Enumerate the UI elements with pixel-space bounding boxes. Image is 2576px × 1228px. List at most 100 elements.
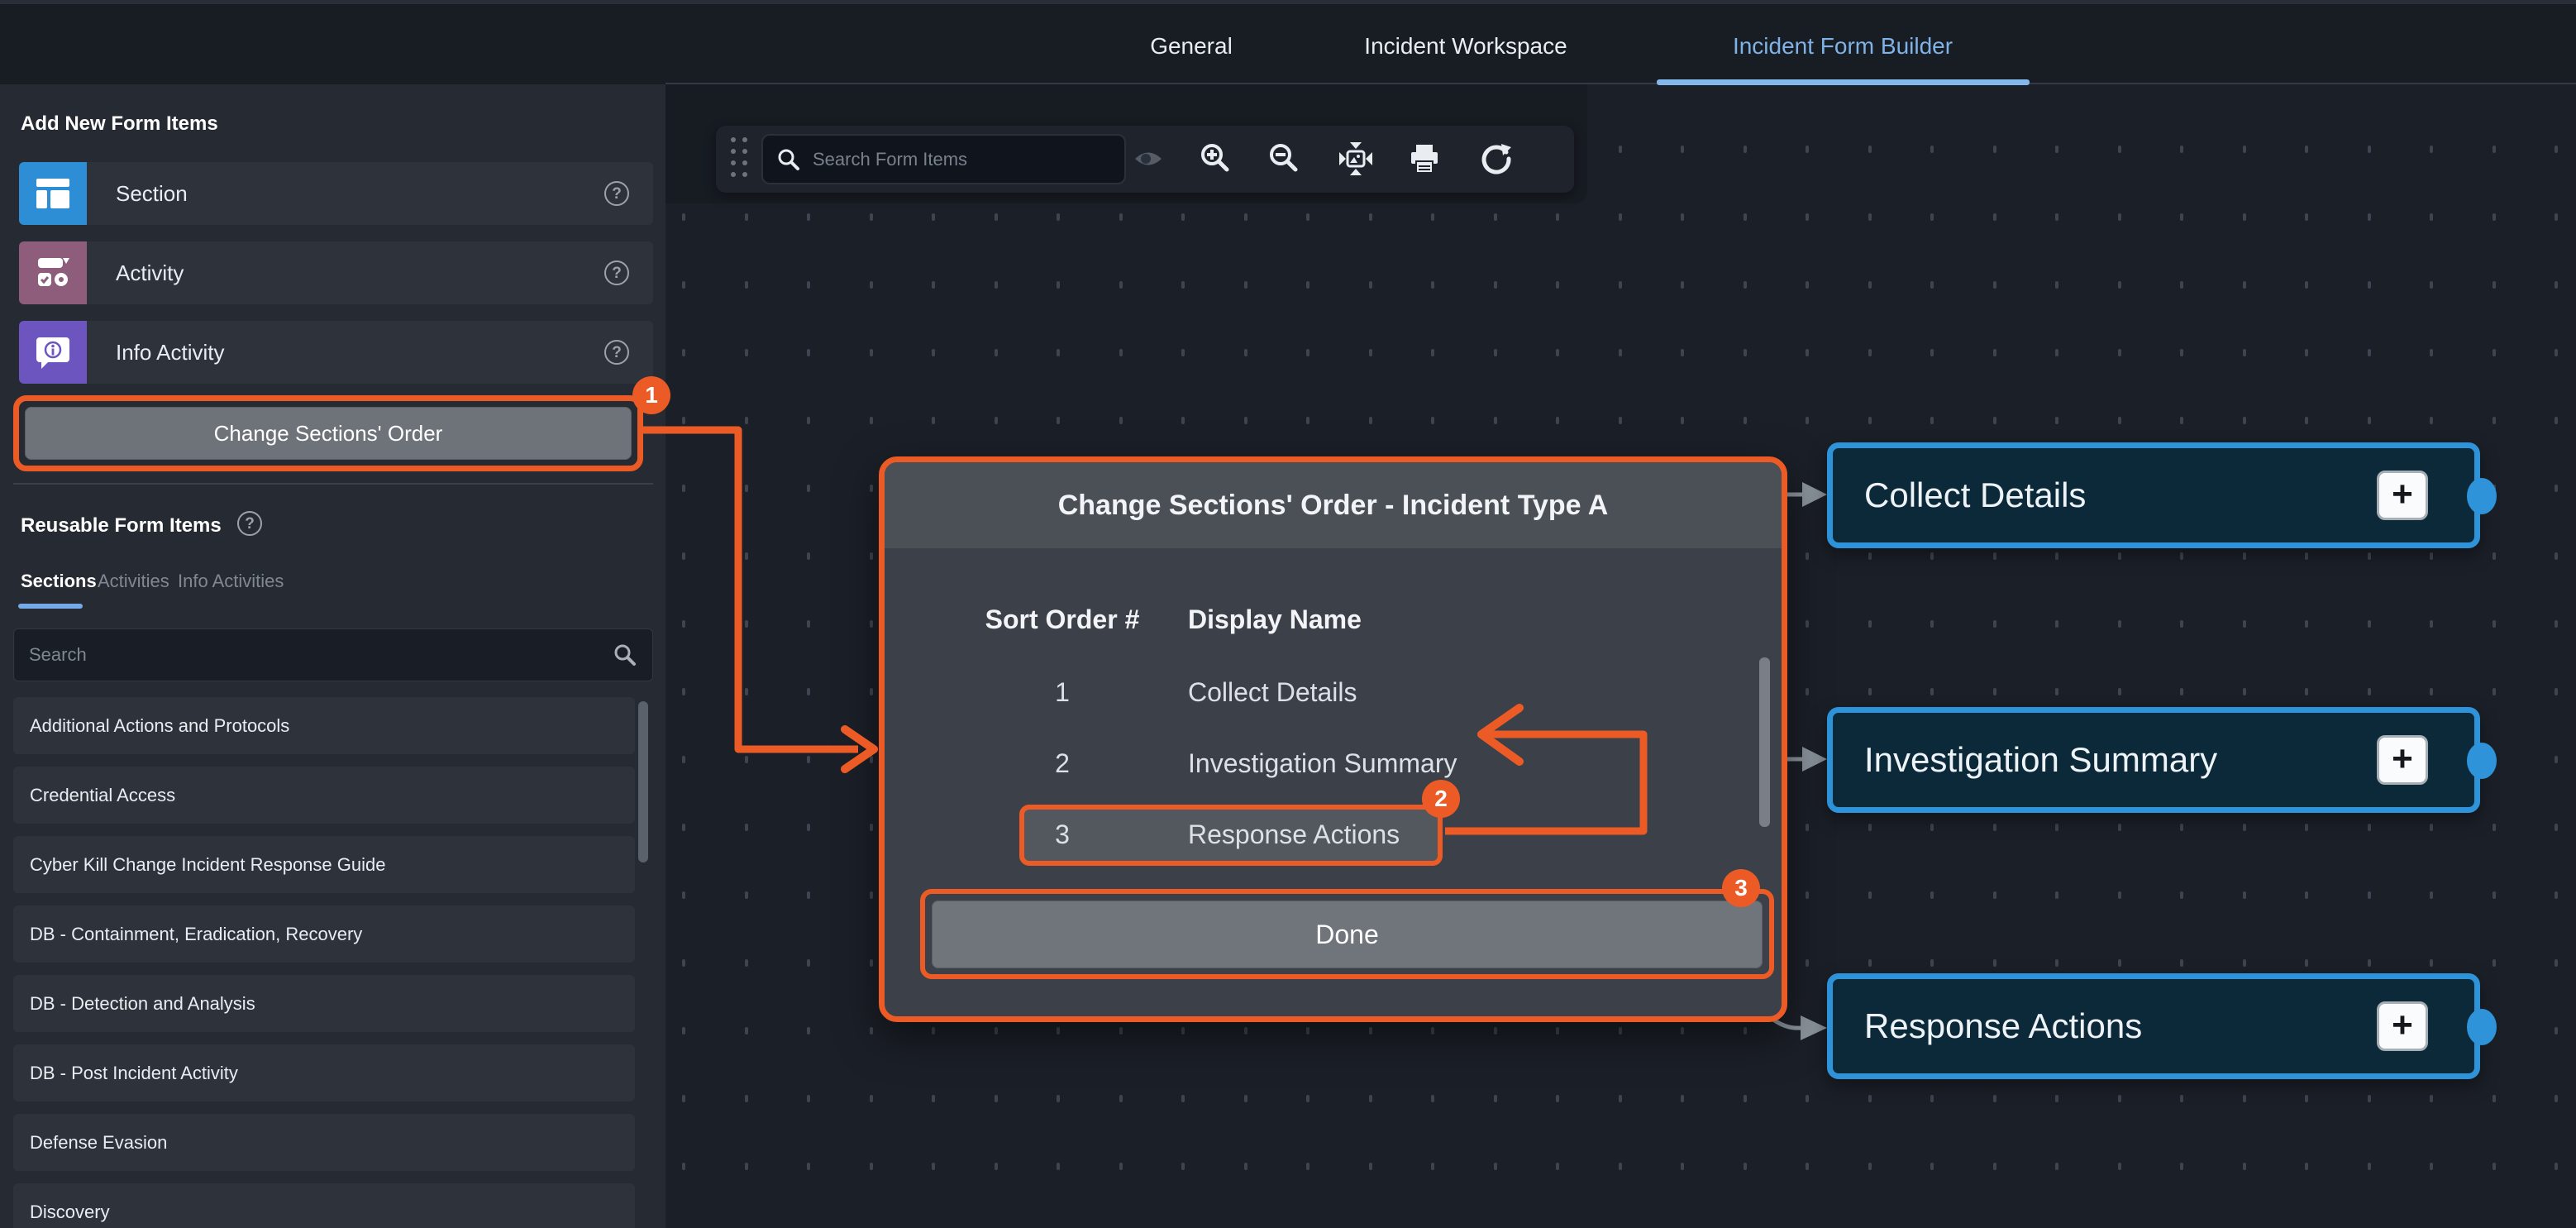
- add-child-button[interactable]: +: [2377, 1001, 2428, 1051]
- grid-dot: [1057, 1163, 1060, 1170]
- grid-dot: [1806, 959, 1809, 967]
- zoom-in-icon[interactable]: [1196, 140, 1234, 178]
- help-icon[interactable]: ?: [237, 511, 262, 536]
- node-output-port[interactable]: [2467, 478, 2497, 514]
- list-item[interactable]: DB - Detection and Analysis: [13, 975, 635, 1032]
- grid-dot: [2430, 281, 2433, 289]
- row-display-name[interactable]: Investigation Summary: [1188, 745, 1457, 781]
- row-display-name[interactable]: Collect Details: [1188, 674, 1357, 710]
- grid-dot: [1556, 1095, 1559, 1102]
- grid-dot: [807, 1027, 810, 1034]
- tab-incident-form-builder[interactable]: Incident Form Builder: [1653, 30, 2032, 63]
- grid-dot: [745, 891, 748, 899]
- node-output-port[interactable]: [2467, 1009, 2497, 1045]
- help-icon[interactable]: ?: [604, 340, 629, 365]
- grid-dot: [1806, 146, 1809, 153]
- grid-dot: [1930, 552, 1934, 560]
- tab-general[interactable]: General: [1108, 30, 1275, 63]
- grid-dot: [1993, 1095, 1996, 1102]
- zoom-out-icon[interactable]: [1265, 140, 1303, 178]
- grid-dot: [682, 1163, 685, 1170]
- node-title: Collect Details: [1864, 448, 2086, 542]
- incident-form-builder-screen: General Incident Workspace Incident Form…: [0, 0, 2576, 1228]
- grid-dot: [870, 485, 873, 492]
- grid-dot: [2055, 281, 2058, 289]
- grid-dot: [2180, 281, 2183, 289]
- list-item[interactable]: DB - Post Incident Activity: [13, 1044, 635, 1101]
- toolbar-drag-handle-icon[interactable]: [731, 137, 749, 179]
- reusable-tab-info-activities[interactable]: Info Activities: [178, 571, 284, 592]
- grid-dot: [2118, 620, 2121, 628]
- list-item[interactable]: Credential Access: [13, 767, 635, 824]
- list-item[interactable]: DB - Containment, Eradication, Recovery: [13, 905, 635, 963]
- grid-dot: [807, 891, 810, 899]
- grid-dot: [1681, 417, 1684, 424]
- grid-dot: [1681, 1095, 1684, 1102]
- add-item-activity[interactable]: Activity ?: [19, 241, 653, 304]
- grid-dot: [995, 1163, 998, 1170]
- form-items-search[interactable]: Search Form Items: [761, 134, 1126, 184]
- node-output-port[interactable]: [2467, 743, 2497, 779]
- grid-dot: [1868, 688, 1872, 695]
- list-item[interactable]: Defense Evasion: [13, 1114, 635, 1171]
- grid-dot: [932, 1163, 935, 1170]
- add-child-button[interactable]: +: [2377, 471, 2428, 520]
- grid-dot: [870, 688, 873, 695]
- grid-dot: [2430, 688, 2433, 695]
- grid-dot: [2305, 891, 2308, 899]
- fit-to-screen-icon[interactable]: [1337, 140, 1375, 178]
- grid-dot: [1930, 891, 1934, 899]
- grid-dot: [2243, 688, 2246, 695]
- grid-dot: [2493, 620, 2496, 628]
- list-item[interactable]: Cyber Kill Change Incident Response Guid…: [13, 836, 635, 893]
- reusable-tab-activities[interactable]: Activities: [98, 571, 169, 592]
- sidebar-search[interactable]: Search: [13, 628, 653, 681]
- grid-dot: [2180, 349, 2183, 356]
- add-item-section[interactable]: Section ?: [19, 162, 653, 225]
- header-band: [0, 4, 2576, 84]
- eye-icon[interactable]: [1129, 140, 1167, 178]
- grid-dot: [1868, 552, 1872, 560]
- step-badge-2: 2: [1422, 780, 1460, 818]
- grid-dot: [2055, 891, 2058, 899]
- grid-dot: [1431, 349, 1434, 356]
- grid-dot: [807, 417, 810, 424]
- help-icon[interactable]: ?: [604, 181, 629, 206]
- grid-dot: [1181, 417, 1185, 424]
- search-placeholder: Search: [29, 644, 613, 666]
- list-item[interactable]: Discovery: [13, 1183, 635, 1228]
- refresh-icon[interactable]: [1477, 140, 1515, 178]
- grid-dot: [995, 213, 998, 221]
- grid-dot: [1868, 1095, 1872, 1102]
- row-sort-order: 2: [934, 745, 1190, 781]
- tab-incident-workspace[interactable]: Incident Workspace: [1339, 30, 1592, 63]
- reusable-tab-sections[interactable]: Sections: [21, 571, 97, 592]
- section-node-collect-details[interactable]: Collect Details +: [1827, 442, 2480, 548]
- grid-dot: [1431, 281, 1434, 289]
- help-icon[interactable]: ?: [604, 260, 629, 285]
- add-item-info-activity[interactable]: Info Activity ?: [19, 321, 653, 384]
- add-child-button[interactable]: +: [2377, 735, 2428, 785]
- grid-dot: [1181, 213, 1185, 221]
- change-sections-order-button[interactable]: Change Sections' Order: [25, 407, 632, 460]
- grid-dot: [2243, 1095, 2246, 1102]
- grid-dot: [1806, 756, 1809, 763]
- grid-dot: [1244, 417, 1247, 424]
- grid-dot: [1806, 824, 1809, 831]
- sidebar-scrollbar[interactable]: [638, 701, 648, 862]
- section-node-response-actions[interactable]: Response Actions+: [1827, 973, 2480, 1079]
- grid-dot: [1306, 349, 1309, 356]
- sidebar-divider: [13, 483, 653, 485]
- print-icon[interactable]: [1405, 140, 1443, 178]
- grid-dot: [1181, 1163, 1185, 1170]
- modal-scrollbar[interactable]: [1759, 657, 1770, 827]
- done-button[interactable]: Done: [932, 901, 1763, 968]
- grid-dot: [2555, 485, 2558, 492]
- row-display-name[interactable]: Response Actions: [1188, 816, 1400, 853]
- grid-dot: [745, 620, 748, 628]
- list-item[interactable]: Additional Actions and Protocols: [13, 697, 635, 754]
- section-icon: [19, 162, 87, 225]
- section-node-investigation-summary[interactable]: Investigation Summary+: [1827, 707, 2480, 813]
- grid-dot: [2118, 1163, 2121, 1170]
- grid-dot: [2430, 1095, 2433, 1102]
